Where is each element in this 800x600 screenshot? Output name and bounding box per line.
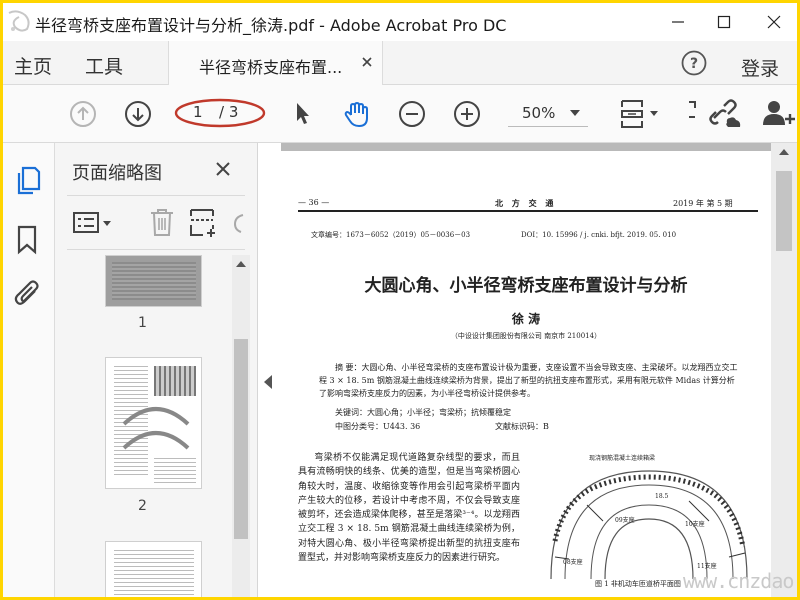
zoom-value: 50%	[522, 104, 556, 122]
zoom-in-icon[interactable]	[453, 100, 481, 128]
page-thumbnail-3[interactable]	[105, 541, 202, 597]
bookmark-icon[interactable]	[16, 225, 38, 255]
scroll-up-icon[interactable]	[236, 261, 246, 267]
support-label-10: 10支座	[685, 521, 705, 528]
select-tool-icon[interactable]	[293, 101, 313, 127]
thumbnail-list: 1 2	[55, 255, 230, 597]
abstract: 摘 要：大圆心角、小半径弯梁桥的支座布置设计极为重要，支座设置不当会导致支座、主…	[319, 361, 742, 400]
doi: DOI：10. 15996 / j. cnki. bfjt. 2019. 05.…	[521, 231, 677, 239]
document-tab-label: 半径弯桥支座布置...	[199, 58, 343, 77]
tab-close-icon[interactable]	[361, 56, 373, 68]
thumbnails-panel: 页面缩略图 1 2	[55, 143, 258, 597]
article-number: 文章编号：1673－6052（2019）05－0036－03	[311, 231, 471, 239]
attachment-icon[interactable]	[13, 279, 41, 309]
home-tab[interactable]: 主页	[14, 52, 52, 79]
scroll-up-icon[interactable]	[779, 149, 789, 155]
journal-name: 北 方 交 通	[495, 198, 557, 208]
keywords: 关键词：大圆心角；小半径；弯梁桥；抗倾覆稳定	[335, 408, 511, 417]
page-thumbnails-icon[interactable]	[13, 165, 41, 197]
acrobat-window: 半径弯桥支座布置设计与分析_徐涛.pdf - Adobe Acrobat Pro…	[3, 3, 797, 597]
menu-bar: 主页 工具 半径弯桥支座布置... ? 登录	[3, 41, 797, 86]
running-page-number: — 36 —	[298, 198, 330, 207]
classification-number: 中图分类号：U443. 36	[335, 422, 421, 431]
maximize-button[interactable]	[701, 3, 747, 41]
author: 徐 涛	[511, 312, 541, 326]
svg-text:?: ?	[690, 56, 698, 72]
minimize-icon	[672, 21, 684, 23]
left-navigation-rail	[3, 143, 55, 597]
support-label-08: 08支座	[563, 559, 583, 566]
body-text: 弯梁桥不仅能满足现代道路复杂线型的要求，而且具有流畅明快的线条、优美的造型，但是…	[298, 453, 520, 564]
page-display-icon[interactable]	[618, 97, 662, 131]
hand-tool-icon[interactable]	[342, 99, 372, 129]
panel-divider	[67, 195, 245, 196]
maximize-icon	[717, 15, 731, 29]
collapse-panel-icon[interactable]	[263, 375, 273, 389]
figure-caption: 图 1 非机动车匝道桥平面图	[595, 580, 681, 588]
tools-tab[interactable]: 工具	[85, 52, 123, 79]
zoom-out-icon[interactable]	[398, 100, 426, 128]
scrollbar-thumb[interactable]	[234, 339, 248, 539]
affiliation: （中设设计集团股份有限公司 南京市 210014）	[450, 332, 602, 340]
close-icon	[767, 15, 781, 29]
add-user-icon[interactable]	[763, 99, 797, 129]
panel-title: 页面缩略图	[72, 163, 162, 184]
document-scrollbar[interactable]	[771, 143, 797, 597]
span-length-label: 18.5	[655, 493, 669, 500]
trash-icon[interactable]	[149, 207, 175, 237]
body-paragraph: 弯梁桥不仅能满足现代道路复杂线型的要求，而且具有流畅明快的线条、优美的造型，但是…	[298, 451, 520, 565]
next-page-icon[interactable]	[124, 100, 152, 128]
thumbnail-page-number: 1	[138, 315, 147, 331]
title-bar: 半径弯桥支座布置设计与分析_徐涛.pdf - Adobe Acrobat Pro…	[3, 3, 797, 41]
options-menu-icon[interactable]	[73, 211, 113, 235]
issue-info: 2019 年 第 5 期	[673, 199, 733, 208]
rotate-page-icon[interactable]	[231, 211, 245, 235]
watermark-text: www.cnzdao.com	[683, 569, 797, 593]
window-title: 半径弯桥支座布置设计与分析_徐涛.pdf - Adobe Acrobat Pro…	[35, 16, 507, 35]
document-code: 文献标识码：B	[495, 422, 549, 431]
panel-divider	[67, 249, 245, 250]
header-rule	[298, 210, 758, 212]
thumbnail-page-number: 2	[138, 498, 147, 514]
abstract-text: 摘 要：大圆心角、小半径弯梁桥的支座布置设计极为重要，支座设置不当会导致支座、主…	[319, 363, 738, 398]
login-button[interactable]: 登录	[741, 54, 779, 81]
share-link-icon[interactable]	[708, 99, 742, 129]
page-thumbnail-2[interactable]	[105, 357, 202, 489]
toolbar: 1 / 3 50%	[3, 85, 797, 143]
acrobat-app-icon	[5, 7, 35, 35]
support-label-09: 09支座	[615, 517, 635, 524]
rotate-icon[interactable]	[687, 99, 701, 123]
pdf-page: — 36 — 北 方 交 通 2019 年 第 5 期 文章编号：1673－60…	[281, 151, 771, 597]
chevron-down-icon	[570, 110, 580, 116]
minimize-button[interactable]	[655, 3, 701, 41]
previous-page-icon[interactable]	[69, 100, 97, 128]
insert-page-icon[interactable]	[189, 207, 217, 237]
help-icon[interactable]: ?	[681, 50, 707, 76]
panel-close-icon[interactable]	[215, 161, 231, 177]
page-thumbnail-1[interactable]	[105, 255, 202, 307]
document-tab[interactable]: 半径弯桥支座布置...	[168, 41, 383, 86]
thumbnail-scrollbar[interactable]	[232, 255, 250, 597]
zoom-dropdown[interactable]: 50%	[508, 99, 588, 127]
annotation-oval	[174, 98, 266, 128]
scrollbar-thumb[interactable]	[776, 171, 792, 251]
article-title: 大圆心角、小半径弯桥支座布置设计与分析	[364, 276, 688, 296]
close-button[interactable]	[751, 3, 797, 41]
